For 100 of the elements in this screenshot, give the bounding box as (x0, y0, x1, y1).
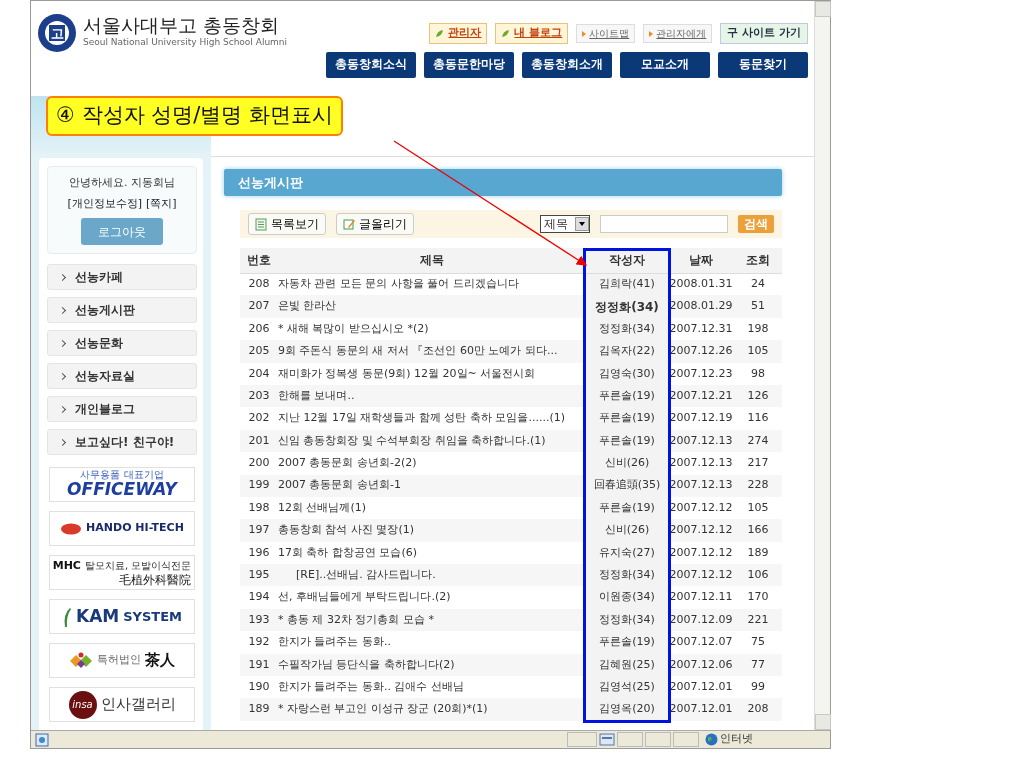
post-author: 김옥자(22) (586, 340, 668, 363)
post-author: 回春追頭(35) (586, 474, 668, 497)
post-author: 정정화(34) (586, 564, 668, 587)
top-link[interactable]: 내 블로그 (495, 23, 569, 44)
view-count: 98 (734, 362, 782, 385)
sponsor-banner[interactable]: 특허법인 茶人 (49, 643, 195, 678)
sidebar-menu-item[interactable]: 선농게시판 (47, 297, 197, 323)
status-panel (673, 732, 699, 747)
post-title[interactable]: * 총동 제 32차 정기총회 모습 * (278, 608, 586, 632)
view-count: 75 (734, 631, 782, 654)
top-link[interactable]: 관리자에게 (643, 23, 713, 43)
column-header: 조회 (734, 248, 782, 273)
globe-icon (705, 733, 718, 746)
board-title: 선농게시판 (224, 169, 782, 196)
view-count: 106 (734, 564, 782, 587)
post-date: 2007.12.01 (668, 698, 734, 721)
sponsor-banner[interactable]: insa 인사갤러리 (49, 687, 195, 722)
post-author: 정정화(34) (586, 295, 668, 318)
post-title[interactable]: 한지가 들려주는 동화.. 김애수 선배님 (278, 676, 586, 699)
sponsor-banner[interactable]: KAM SYSTEM (49, 599, 195, 634)
post-date: 2007.12.12 (668, 541, 734, 565)
post-title[interactable]: 재미화가 정복생 동문(9회) 12월 20일~ 서울전시회 (278, 362, 586, 385)
post-title[interactable]: [RE]..선배님. 감사드립니다. (278, 564, 586, 587)
post-title[interactable]: 2007 총동문회 송년회-1 (278, 474, 586, 497)
banner-brand: SYSTEM (123, 607, 183, 626)
column-header: 날짜 (668, 248, 734, 273)
post-number: 196 (240, 541, 278, 565)
post-date: 2007.12.09 (668, 608, 734, 632)
scrollbar[interactable] (814, 1, 830, 730)
post-title[interactable]: * 새해 복많이 받으십시오 *(2) (278, 317, 586, 341)
search-field[interactable] (600, 215, 728, 233)
column-header: 번호 (240, 248, 278, 273)
post-date: 2007.12.11 (668, 586, 734, 609)
post-date: 2007.12.23 (668, 362, 734, 385)
greeting-text: 안녕하세요. 지동회님 (68, 175, 176, 191)
oval-logo-icon (60, 522, 83, 535)
post-number: 193 (240, 608, 278, 632)
post-title[interactable]: 17회 축하 합창공연 모습(6) (278, 541, 586, 565)
post-title[interactable]: 수필작가님 등단식을 축하합니다(2) (278, 653, 586, 677)
post-title[interactable]: 선, 후배님들에게 부탁드립니다.(2) (278, 586, 586, 609)
top-link[interactable]: 관리자 (429, 23, 488, 44)
view-count: 228 (734, 474, 782, 497)
site-title[interactable]: 서울사대부고 총동창회 (83, 15, 288, 36)
toolbar-button[interactable]: 목록보기 (248, 213, 326, 235)
post-title[interactable]: 신임 총동창회장 및 수석부회장 취임을 축하합니다.(1) (278, 429, 586, 453)
post-date: 2007.12.06 (668, 653, 734, 677)
search-select[interactable]: 제목 (540, 215, 590, 233)
post-author: 이원종(34) (586, 586, 668, 609)
banner-brand: HANDO HI-TECH (86, 520, 184, 537)
post-author: 유지숙(27) (586, 541, 668, 565)
post-number: 206 (240, 317, 278, 341)
diamond-logo-icon (69, 650, 93, 671)
post-title[interactable]: 총동창회 참석 사진 몇장(1) (278, 519, 586, 542)
nav-button[interactable]: 총동창회소개 (522, 51, 612, 78)
sidebar-menu-item[interactable]: 개인블로그 (47, 396, 197, 422)
annotation-callout: ④ 작성자 성명/별명 화면표시 (46, 96, 343, 136)
sidebar-menu-item[interactable]: 선농카페 (47, 264, 197, 290)
post-title[interactable]: 9회 주돈식 동문의 새 저서 『조선인 60만 노예가 되다... (278, 340, 586, 363)
post-number: 199 (240, 474, 278, 497)
post-author: 신비(26) (586, 519, 668, 542)
post-title[interactable]: 한지가 들려주는 동화.. (278, 631, 586, 654)
sponsor-banner[interactable]: HANDO HI-TECH (49, 511, 195, 546)
post-title[interactable]: 12회 선배님께(1) (278, 496, 586, 520)
sidebar-menu-item[interactable]: 선농문화 (47, 330, 197, 356)
sidebar-menu-item[interactable]: 보고싶다! 친구야! (47, 429, 197, 455)
post-number: 189 (240, 698, 278, 721)
post-author: 푸른솔(19) (586, 384, 668, 408)
post-title[interactable]: 지난 12월 17일 재학생들과 함께 성탄 축하 모임을......(1) (278, 407, 586, 430)
view-count: 105 (734, 496, 782, 520)
status-panel (645, 732, 671, 747)
old-site-button[interactable]: 구 사이트 가기 (720, 23, 808, 44)
view-count: 99 (734, 676, 782, 699)
nav-button[interactable]: 총동창회소식 (326, 51, 416, 78)
toolbar-button[interactable]: 글올리기 (336, 213, 414, 235)
nav-button[interactable]: 모교소개 (620, 51, 710, 78)
nav-button[interactable]: 동문찾기 (718, 51, 808, 78)
account-link[interactable]: [개인정보수정] (67, 195, 142, 212)
post-title[interactable]: 은빛 한라산 (278, 295, 586, 318)
sponsor-banner[interactable]: MHC 탈모치료, 모발이식전문 毛植外科醫院 (49, 555, 195, 590)
post-author: 김희락(41) (586, 273, 668, 296)
post-title[interactable]: 2007 총동문회 송년회-2(2) (278, 452, 586, 475)
post-author: 푸른솔(19) (586, 496, 668, 520)
post-number: 197 (240, 519, 278, 542)
post-author: 정정화(34) (586, 608, 668, 632)
sponsor-banner[interactable]: 사무용품 대표기업 OFFICEWAY (49, 467, 195, 502)
banner-brand: OFFICEWAY (67, 480, 177, 499)
post-number: 201 (240, 429, 278, 453)
post-title[interactable]: 한해를 보내며.. (278, 384, 586, 408)
view-count: 77 (734, 653, 782, 677)
post-title[interactable]: 자동차 관련 모든 문의 사항을 풀어 드리겠습니다 (278, 273, 586, 296)
account-link[interactable]: [쪽지] (146, 195, 177, 212)
nav-button[interactable]: 총동문한마당 (424, 51, 514, 78)
post-date: 2007.12.13 (668, 452, 734, 475)
top-link[interactable]: 사이트맵 (576, 23, 636, 43)
post-number: 204 (240, 362, 278, 385)
view-count: 189 (734, 541, 782, 565)
sidebar-menu-item[interactable]: 선농자료실 (47, 363, 197, 389)
post-number: 205 (240, 340, 278, 363)
banner-mark: insa (68, 690, 97, 719)
post-title[interactable]: * 자랑스런 부고인 이성규 장군 (20회)*(1) (278, 698, 586, 721)
